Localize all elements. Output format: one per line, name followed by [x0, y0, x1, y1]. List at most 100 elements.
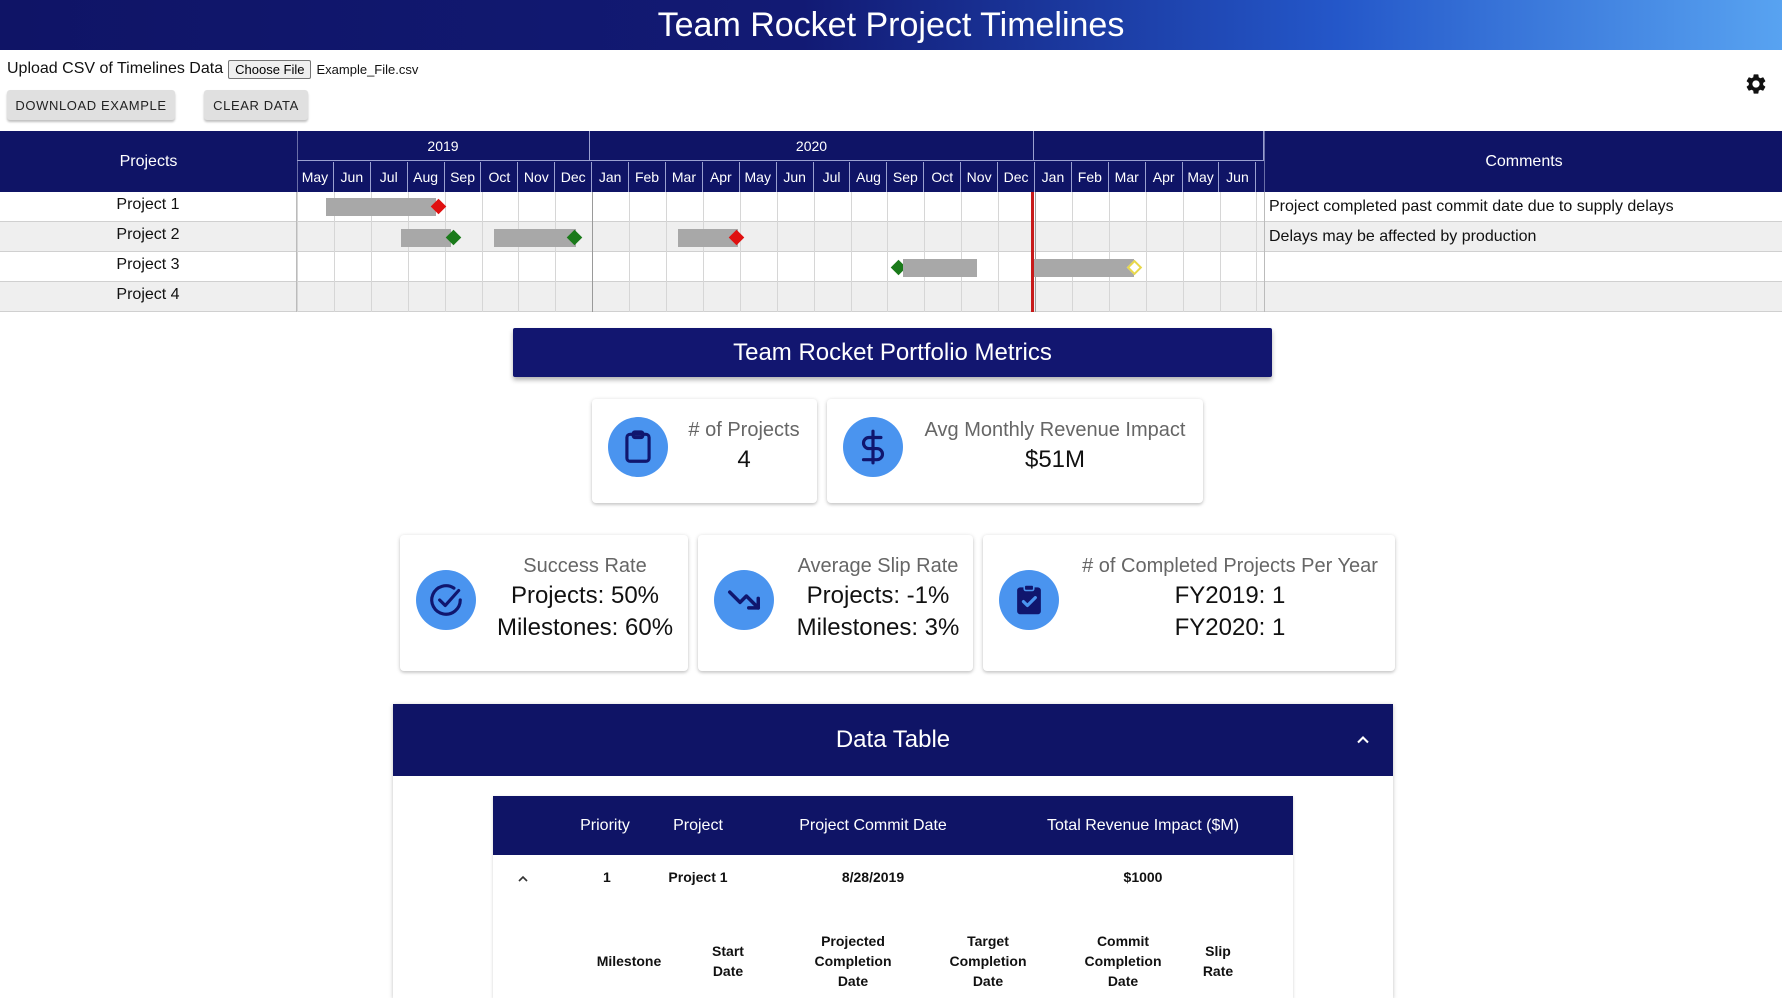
gantt-month-header: Sep	[445, 162, 482, 192]
gantt-grid-line	[444, 192, 446, 312]
settings-gear-icon[interactable]	[1744, 72, 1768, 96]
gantt-row-comment	[1264, 282, 1782, 312]
choose-file-button[interactable]: Choose File	[228, 59, 312, 79]
gantt-month-header: Sep	[887, 162, 925, 192]
gantt-grid-line	[887, 192, 889, 312]
column-revenue-impact[interactable]: Total Revenue Impact ($M)	[1033, 796, 1253, 855]
gantt-grid-line	[850, 192, 852, 312]
clipboard-check-icon	[999, 570, 1059, 630]
gantt-month-header: Aug	[408, 162, 445, 192]
subcolumn-target-line2: Completion	[949, 953, 1027, 969]
gantt-grid-line	[481, 192, 483, 312]
data-table-header[interactable]: Data Table	[393, 704, 1393, 776]
subcolumn-slip-line2: Rate	[1202, 963, 1234, 979]
gantt-grid-line	[924, 192, 926, 312]
project-2-timeline-bar[interactable]	[401, 229, 451, 247]
project-3-timeline-bar[interactable]	[1034, 259, 1134, 277]
gantt-grid-line	[813, 192, 815, 312]
column-project[interactable]: Project	[653, 796, 743, 855]
gantt-month-header: Mar	[1109, 162, 1146, 192]
project-3-timeline-bar[interactable]	[903, 259, 977, 277]
revenue-impact-title: Avg Monthly Revenue Impact	[924, 419, 1186, 441]
gantt-row-project-name: Project 3	[0, 252, 297, 282]
gantt-year-2021: 202	[1034, 131, 1264, 161]
gantt-month-header: Jan	[1035, 162, 1072, 192]
row-revenue-impact: $1000	[1123, 869, 1163, 885]
collapse-chevron-up-icon[interactable]	[1353, 730, 1373, 750]
subcolumn-target-completion[interactable]: Target Completion Date	[938, 931, 1038, 991]
gantt-month-header: May	[297, 162, 334, 192]
gantt-grid-line	[998, 192, 1000, 312]
subcolumn-projected-line2: Completion	[814, 953, 892, 969]
subcolumn-projected-line3: Date	[837, 973, 869, 989]
projects-count-title: # of Projects	[688, 419, 800, 441]
project-1-timeline-bar[interactable]	[326, 198, 436, 216]
upload-label: Upload CSV of Timelines Data	[7, 60, 224, 77]
gantt-row[interactable]: Project 4	[0, 282, 1782, 312]
upload-row: Upload CSV of Timelines Data Choose File…	[7, 57, 418, 81]
gantt-row-comment: Delays may be affected by production	[1264, 222, 1782, 252]
success-rate-milestones: Milestones: 60%	[496, 614, 674, 641]
download-example-button[interactable]: DOWNLOAD EXAMPLE	[7, 90, 175, 120]
gantt-month-header: Mar	[666, 162, 703, 192]
row-project: Project 1	[668, 869, 728, 885]
gantt-month-header: Feb	[629, 162, 666, 192]
gantt-comments-header: Comments	[1264, 131, 1782, 192]
column-commit-date[interactable]: Project Commit Date	[793, 796, 953, 855]
gantt-month-header: Oct	[482, 162, 519, 192]
success-rate-title: Success Rate	[523, 555, 647, 577]
gantt-grid-line	[702, 192, 704, 312]
subcolumn-projected-completion[interactable]: Projected Completion Date	[803, 931, 903, 991]
row-expand-chevron-up-icon[interactable]	[515, 871, 531, 887]
data-table-panel: Data Table Priority Project Project Comm…	[393, 704, 1393, 998]
portfolio-metrics-banner: Team Rocket Portfolio Metrics	[513, 328, 1272, 377]
subcolumn-start-date-line1: Start	[712, 943, 744, 959]
slip-rate-milestones: Milestones: 3%	[796, 614, 960, 641]
gantt-month-header: Nov	[518, 162, 556, 192]
gantt-month-header: Dec	[555, 162, 593, 192]
gantt-year-2019: 2019	[297, 131, 590, 161]
gantt-month-header: Feb	[1072, 162, 1109, 192]
gantt-header: Projects 2019 2020 202 MayJunJulAugSepOc…	[0, 131, 1782, 192]
gantt-month-header: Jun	[1220, 162, 1257, 192]
gantt-row-comment: Project completed past commit date due t…	[1264, 192, 1782, 222]
projects-table-header: Priority Project Project Commit Date Tot…	[493, 796, 1293, 855]
gantt-row[interactable]: Project 2 Delays may be affected by prod…	[0, 222, 1782, 252]
subcolumn-milestone[interactable]: Milestone	[583, 951, 675, 971]
gantt-grid-line	[961, 192, 963, 312]
clipboard-icon	[608, 417, 668, 477]
trending-down-icon	[714, 570, 774, 630]
project-2-timeline-bar[interactable]	[494, 229, 576, 247]
column-priority[interactable]: Priority	[573, 796, 637, 855]
gantt-month-header: Apr	[703, 162, 740, 192]
projects-count-value: 4	[737, 446, 751, 473]
projects-count-card: # of Projects 4	[592, 399, 817, 503]
row-priority: 1	[603, 869, 611, 885]
slip-rate-title: Average Slip Rate	[797, 555, 959, 577]
gantt-month-header: Jun	[777, 162, 814, 192]
completed-projects-title: # of Completed Projects Per Year	[1082, 555, 1378, 577]
gantt-grid-line	[297, 192, 298, 312]
slip-rate-card: Average Slip Rate Projects: -1% Mileston…	[698, 535, 973, 671]
gantt-row[interactable]: Project 1 Project completed past commit …	[0, 192, 1782, 222]
subcolumn-slip-rate[interactable]: Slip Rate	[1193, 941, 1243, 981]
gantt-month-header: May	[1183, 162, 1220, 192]
subcolumn-commit-line2: Completion	[1084, 953, 1162, 969]
subcolumn-commit-line1: Commit	[1096, 933, 1150, 949]
gantt-grid-line	[555, 192, 557, 312]
clear-data-button[interactable]: CLEAR DATA	[204, 90, 308, 120]
gantt-grid-line	[518, 192, 520, 312]
subcolumn-slip-line1: Slip	[1205, 943, 1231, 959]
subcolumn-start-date[interactable]: Start Date	[693, 941, 763, 981]
subcolumn-commit-completion[interactable]: Commit Completion Date	[1073, 931, 1173, 991]
gantt-row-comment	[1264, 252, 1782, 282]
gantt-month-header: Jul	[814, 162, 851, 192]
gantt-grid-line	[1145, 192, 1147, 312]
gantt-month-header: Jan	[592, 162, 630, 192]
subcolumn-start-date-line2: Date	[712, 963, 744, 979]
gantt-row-project-name: Project 2	[0, 222, 297, 252]
gantt-grid-line	[1071, 192, 1073, 312]
gantt-grid-line	[1108, 192, 1110, 312]
completed-fy2020: FY2020: 1	[1174, 614, 1286, 641]
gantt-grid-line	[629, 192, 631, 312]
